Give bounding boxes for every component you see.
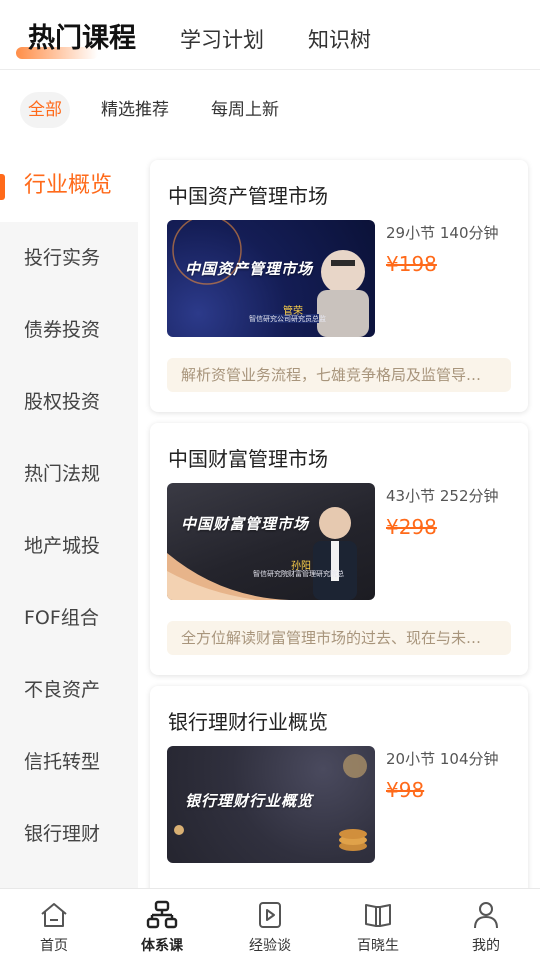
nav-label: 百晓生 [357,938,399,954]
sidebar-item-label: 不良资产 [24,679,101,701]
nav-experience[interactable]: 经验谈 [216,889,324,960]
sidebar-item-bank-wealth[interactable]: 银行理财 [0,798,138,870]
sidebar-item-trust[interactable]: 信托转型 [0,726,138,798]
sidebar-item-label: 行业概览 [24,173,113,198]
thumbnail-decor [167,507,357,600]
nav-baixiaosheng[interactable]: 百晓生 [324,889,432,960]
top-tab-bar: 热门课程 学习计划 知识树 [0,0,540,70]
sidebar-item-label: 投行实务 [24,247,101,269]
sidebar-item-label: 债券投资 [24,319,101,341]
course-title: 中国资产管理市场 [168,184,328,208]
nav-label: 首页 [40,938,68,954]
sidebar-item-distressed-assets[interactable]: 不良资产 [0,654,138,726]
tab-label: 学习计划 [180,28,264,52]
nav-system-course[interactable]: 体系课 [108,889,216,960]
course-meta: 20小节 104分钟 [386,750,499,768]
lecturer-role: 智信研究院财富管理研究院总 [253,570,344,578]
sidebar-item-label: 信托转型 [24,751,101,773]
course-thumbnail[interactable]: 银行理财行业概览 [167,746,375,863]
tab-label: 热门课程 [28,23,136,54]
course-list: 中国资产管理市场 中国资产管理市场 管荣 智信研究公司研究员总监 29小节 14… [138,150,540,890]
nav-home[interactable]: 首页 [0,889,108,960]
bottom-navigation: 首页 体系课 经验谈 百晓生 我的 [0,888,540,960]
course-price: ¥98 [386,778,425,802]
course-price: ¥198 [386,252,437,276]
sidebar-item-real-estate[interactable]: 地产城投 [0,510,138,582]
user-icon [474,902,498,929]
book-icon [365,904,391,927]
sidebar-item-label: 地产城投 [24,535,101,557]
tab-hot-courses[interactable]: 热门课程 [16,16,136,59]
lecturer-role: 智信研究公司研究员总监 [249,315,326,323]
sidebar-item-label: 银行理财 [24,823,101,845]
course-thumbnail[interactable]: 中国财富管理市场 孙阳 智信研究院财富管理研究院总 [167,483,375,600]
video-icon [259,902,281,928]
filter-featured[interactable]: 精选推荐 [93,92,177,128]
sidebar-item-bond-investment[interactable]: 债券投资 [0,294,138,366]
course-price: ¥298 [386,515,437,539]
course-meta: 43小节 252分钟 [386,487,499,505]
sidebar-item-industry-overview[interactable]: 行业概览 [0,150,138,222]
sidebar-item-equity-investment[interactable]: 股权投资 [0,366,138,438]
category-sidebar: 行业概览 投行实务 债券投资 股权投资 热门法规 地产城投 FOF组合 不良资产… [0,150,138,890]
thumbnail-title: 中国财富管理市场 [181,515,310,533]
nav-mine[interactable]: 我的 [432,889,540,960]
nav-label: 体系课 [141,938,183,954]
active-indicator [0,174,5,200]
course-card[interactable]: 银行理财行业概览 银行理财行业概览 20小节 104分钟 ¥98 [150,686,528,890]
nav-label: 经验谈 [249,938,291,954]
sidebar-item-regulations[interactable]: 热门法规 [0,438,138,510]
course-card[interactable]: 中国财富管理市场 中国财富管理市场 孙阳 智信研究院财富管理研究院总 43小节 … [150,423,528,675]
course-title: 银行理财行业概览 [168,710,328,734]
course-title: 中国财富管理市场 [168,447,328,471]
course-card[interactable]: 中国资产管理市场 中国资产管理市场 管荣 智信研究公司研究员总监 29小节 14… [150,160,528,412]
filter-all[interactable]: 全部 [20,92,70,128]
filter-chip-row: 全部 精选推荐 每周上新 [0,92,540,132]
thumbnail-title: 中国资产管理市场 [185,260,314,278]
course-meta: 29小节 140分钟 [386,224,499,242]
tab-label: 知识树 [308,28,371,52]
thumbnail-title: 银行理财行业概览 [185,792,314,810]
course-description: 全方位解读财富管理市场的过去、现在与未… [167,621,511,655]
sidebar-item-fof[interactable]: FOF组合 [0,582,138,654]
filter-weekly-new[interactable]: 每周上新 [203,92,287,128]
sidebar-item-label: 股权投资 [24,391,101,413]
home-icon [41,903,67,927]
tab-knowledge-tree[interactable]: 知识树 [308,24,371,54]
course-description: 解析资管业务流程，七雄竞争格局及监管导… [167,358,511,392]
course-thumbnail[interactable]: 中国资产管理市场 管荣 智信研究公司研究员总监 [167,220,375,337]
tab-study-plan[interactable]: 学习计划 [180,24,264,54]
hierarchy-icon [146,900,178,929]
nav-label: 我的 [472,938,500,954]
sidebar-item-investment-banking[interactable]: 投行实务 [0,222,138,294]
sidebar-item-label: FOF组合 [24,607,99,629]
sidebar-item-label: 热门法规 [24,463,101,485]
